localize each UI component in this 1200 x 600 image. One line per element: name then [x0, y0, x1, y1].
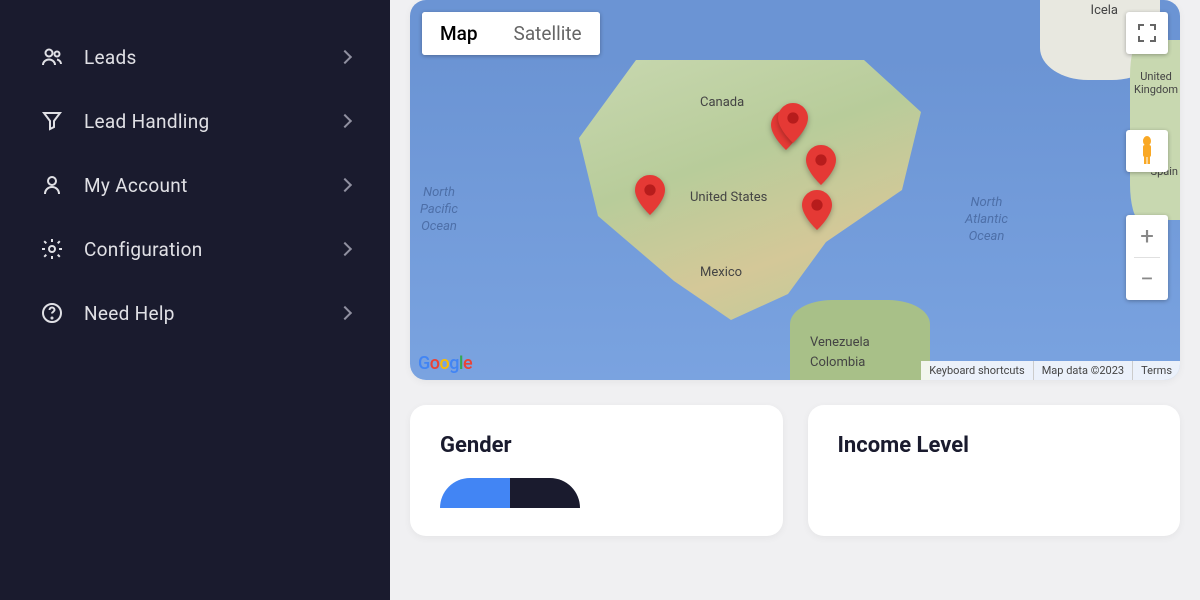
map-pin[interactable]	[802, 190, 832, 230]
help-icon	[40, 301, 64, 325]
terms-link[interactable]: Terms	[1132, 361, 1180, 380]
map[interactable]: Canada United States Mexico Venezuela Co…	[410, 0, 1180, 380]
sidebar-item-lead-handling[interactable]: Lead Handling	[0, 89, 390, 153]
keyboard-shortcuts-link[interactable]: Keyboard shortcuts	[921, 361, 1032, 380]
map-ocean-label: North Pacific Ocean	[420, 185, 458, 236]
sidebar-item-my-account[interactable]: My Account	[0, 153, 390, 217]
sidebar-item-configuration[interactable]: Configuration	[0, 217, 390, 281]
card-title: Income Level	[838, 433, 1151, 458]
gear-icon	[40, 237, 64, 261]
map-attribution: Keyboard shortcuts Map data ©2023 Terms	[921, 361, 1180, 380]
map-pin[interactable]	[806, 145, 836, 185]
funnel-icon	[40, 109, 64, 133]
map-pin[interactable]	[635, 175, 665, 215]
user-icon	[40, 173, 64, 197]
stat-cards-row: Gender Income Level	[410, 405, 1180, 536]
pie-chart-icon	[440, 478, 580, 508]
sidebar: Leads Lead Handling My Account Configura…	[0, 0, 390, 600]
pegman-button[interactable]	[1126, 130, 1168, 172]
chevron-right-icon	[338, 306, 352, 320]
map-country-label: Mexico	[700, 265, 742, 280]
google-logo: Google	[418, 353, 472, 374]
zoom-controls: + −	[1126, 215, 1168, 300]
zoom-out-button[interactable]: −	[1126, 258, 1168, 300]
users-icon	[40, 45, 64, 69]
income-level-card: Income Level	[808, 405, 1181, 536]
map-ocean-label: North Atlantic Ocean	[965, 195, 1008, 246]
chevron-right-icon	[338, 178, 352, 192]
map-data-label: Map data ©2023	[1033, 361, 1132, 380]
sidebar-item-need-help[interactable]: Need Help	[0, 281, 390, 345]
chevron-right-icon	[338, 114, 352, 128]
fullscreen-button[interactable]	[1126, 12, 1168, 54]
map-pin[interactable]	[778, 103, 808, 143]
sidebar-item-label: Need Help	[84, 302, 340, 325]
chevron-right-icon	[338, 242, 352, 256]
map-country-label: Canada	[700, 95, 744, 110]
map-country-label: Venezuela	[810, 335, 870, 350]
chevron-right-icon	[338, 50, 352, 64]
sidebar-item-leads[interactable]: Leads	[0, 25, 390, 89]
zoom-in-button[interactable]: +	[1126, 215, 1168, 257]
map-type-map-button[interactable]: Map	[422, 12, 496, 55]
map-type-switch: Map Satellite	[422, 12, 600, 55]
map-country-label: Colombia	[810, 355, 865, 370]
sidebar-item-label: Lead Handling	[84, 110, 340, 133]
map-card: Canada United States Mexico Venezuela Co…	[410, 0, 1180, 380]
main-content: Canada United States Mexico Venezuela Co…	[390, 0, 1200, 600]
sidebar-item-label: Configuration	[84, 238, 340, 261]
sidebar-item-label: Leads	[84, 46, 340, 69]
gender-card: Gender	[410, 405, 783, 536]
map-country-label: United States	[690, 190, 767, 205]
map-country-label: Icela	[1091, 3, 1118, 18]
map-type-satellite-button[interactable]: Satellite	[496, 12, 600, 55]
card-title: Gender	[440, 433, 753, 458]
map-country-label: United Kingdom	[1134, 70, 1178, 96]
sidebar-item-label: My Account	[84, 174, 340, 197]
